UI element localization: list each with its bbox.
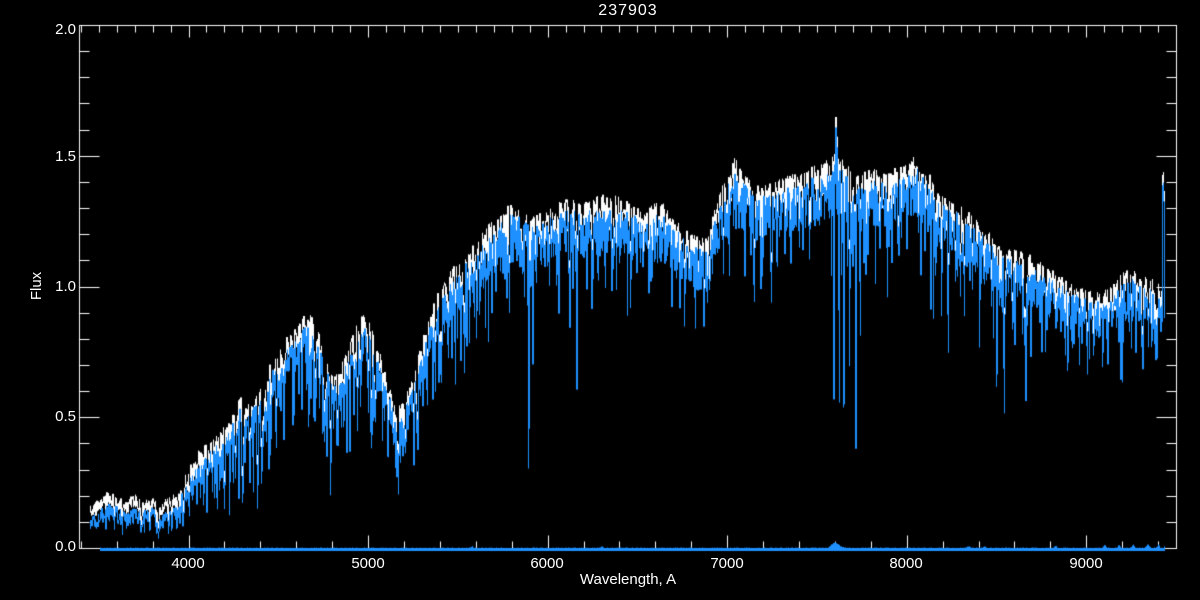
y-tick-label: 1.5	[0, 148, 76, 166]
x-tick-label: 6000	[517, 555, 577, 573]
y-tick-label: 2.0	[0, 21, 76, 39]
x-tick-label: 7000	[697, 555, 757, 573]
y-tick-label: 1.0	[0, 278, 76, 296]
spectrum-plot-canvas	[0, 0, 1200, 600]
spectrum-plot-window: 237903 Flux Wavelength, A 2.0 1.5 1.0 0.…	[0, 0, 1200, 600]
plot-title: 237903	[528, 2, 728, 20]
x-tick-label: 5000	[338, 555, 398, 573]
x-tick-label: 9000	[1056, 555, 1116, 573]
x-tick-label: 8000	[876, 555, 936, 573]
x-tick-label: 4000	[158, 555, 218, 573]
y-tick-label: 0.5	[0, 408, 76, 426]
x-axis-label: Wavelength, A	[528, 571, 728, 589]
y-tick-label: 0.0	[0, 538, 76, 556]
